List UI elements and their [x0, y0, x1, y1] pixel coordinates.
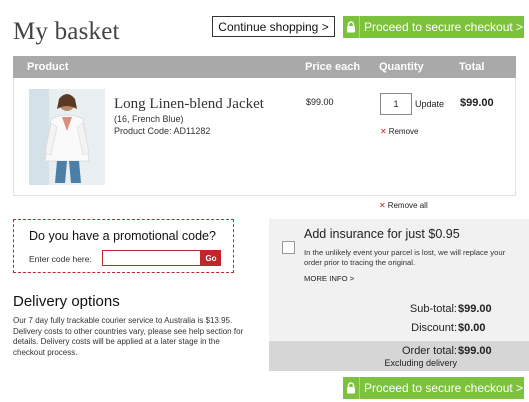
column-price-each: Price each — [305, 61, 361, 73]
subtotal-value: $99.00 — [458, 303, 492, 315]
update-link[interactable]: Update — [415, 99, 444, 109]
price-each: $99.00 — [306, 97, 334, 107]
delivery-text: Our 7 day fully trackable courier servic… — [13, 316, 244, 357]
discount-label: Discount: — [411, 322, 457, 334]
promo-code-panel: Do you have a promotional code? Enter co… — [13, 219, 234, 273]
remove-x-icon: ✕ — [380, 127, 387, 136]
order-total-value: $99.00 — [458, 345, 492, 357]
remove-all-link[interactable]: ✕ Remove all — [379, 201, 428, 210]
column-product: Product — [27, 61, 69, 73]
basket-table-header: Product Price each Quantity Total — [13, 56, 516, 78]
excluding-delivery-label: Excluding delivery — [384, 358, 457, 368]
product-variant: (16, French Blue) — [114, 114, 184, 124]
continue-shopping-label: Continue shopping > — [218, 19, 329, 34]
page-title: My basket — [13, 18, 120, 45]
checkout-label: Proceed to secure checkout > — [363, 381, 524, 395]
lock-icon — [343, 16, 360, 38]
checkout-button-bottom[interactable]: Proceed to secure checkout > — [343, 377, 524, 399]
column-quantity: Quantity — [379, 61, 424, 73]
remove-item-label: Remove — [388, 127, 419, 136]
promo-input-label: Enter code here: — [29, 254, 92, 264]
continue-shopping-button[interactable]: Continue shopping > — [212, 16, 335, 37]
order-summary-panel: Add insurance for just $0.95 In the unli… — [269, 219, 529, 371]
line-total: $99.00 — [460, 97, 494, 109]
insurance-description: In the unlikely event your parcel is los… — [304, 248, 506, 267]
insurance-checkbox[interactable] — [282, 241, 295, 254]
column-total: Total — [459, 61, 485, 73]
insurance-more-info-link[interactable]: MORE INFO > — [304, 274, 354, 283]
basket-item-row: Long Linen-blend Jacket (16, French Blue… — [13, 78, 516, 196]
checkout-label: Proceed to secure checkout > — [363, 20, 524, 34]
subtotal-label: Sub-total: — [409, 303, 457, 315]
remove-all-x-icon: ✕ — [379, 201, 386, 210]
insurance-title: Add insurance for just $0.95 — [304, 227, 460, 241]
remove-all-label: Remove all — [387, 201, 428, 210]
quantity-input[interactable] — [380, 93, 412, 115]
promo-title: Do you have a promotional code? — [29, 229, 216, 243]
promo-go-button[interactable]: Go — [201, 250, 221, 266]
order-total-label: Order total: — [401, 345, 457, 357]
product-code: Product Code: AD11282 — [114, 126, 211, 136]
checkout-button-top[interactable]: Proceed to secure checkout > — [343, 16, 524, 38]
delivery-title: Delivery options — [13, 293, 120, 310]
promo-code-input[interactable] — [102, 250, 201, 266]
discount-value: $0.00 — [458, 322, 486, 334]
lock-icon — [343, 377, 360, 399]
remove-item-link[interactable]: ✕ Remove — [380, 127, 419, 136]
product-image[interactable] — [29, 89, 105, 185]
product-name[interactable]: Long Linen-blend Jacket — [114, 96, 264, 113]
